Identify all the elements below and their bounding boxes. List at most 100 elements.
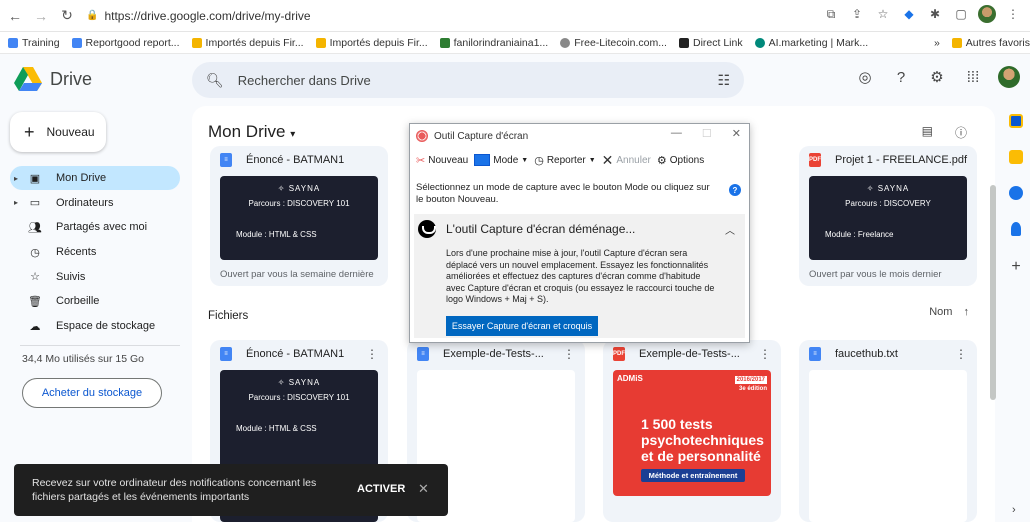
new-snip-button[interactable]: ✂ Nouveau [416, 154, 468, 167]
bookmark-item[interactable]: AI.marketing | Mark... [754, 37, 868, 49]
bookmark-item[interactable]: Reportgood report... [71, 37, 180, 49]
share-icon[interactable]: ⇪ [848, 5, 866, 23]
more-options-icon[interactable]: ⋮ [759, 347, 771, 361]
x-icon: ✕ [601, 151, 614, 168]
back-icon[interactable]: ← [4, 5, 26, 27]
bookmark-favicon-icon [754, 37, 765, 48]
star-icon: ☆ [30, 271, 40, 284]
file-card[interactable]: ≡ faucethub.txt ⋮ [799, 340, 977, 522]
help-icon[interactable]: ? [890, 66, 912, 88]
buy-storage-button[interactable]: Acheter du stockage [22, 378, 162, 408]
side-panel-rail: + [1002, 114, 1030, 276]
profile-avatar[interactable] [978, 5, 996, 23]
bookmark-item[interactable]: Direct Link [678, 37, 743, 49]
folder-icon [315, 37, 326, 48]
cancel-button[interactable]: ✕ Annuler [602, 152, 651, 169]
pdf-file-icon: PDF [613, 347, 625, 361]
info-icon[interactable]: ⓘ [955, 124, 967, 141]
sort-button[interactable]: Nom ↑ [929, 306, 969, 318]
bookmark-favicon-icon [71, 37, 82, 48]
gear-icon[interactable]: ⚙ [926, 66, 948, 88]
new-button[interactable]: + Nouveau [10, 112, 106, 152]
calendar-icon[interactable] [1009, 114, 1023, 128]
sidebar-item-computers[interactable]: ▸ ▭ Ordinateurs [10, 191, 180, 215]
bookmark-item[interactable]: fanilorindraniaina1... [439, 37, 548, 49]
bookmark-item[interactable]: Training [8, 37, 60, 49]
puzzle-icon[interactable]: ✱ [926, 5, 944, 23]
tasks-icon[interactable] [1009, 186, 1023, 200]
forward-icon[interactable]: → [30, 5, 52, 27]
try-snip-sketch-button[interactable]: Essayer Capture d'écran et croquis [446, 316, 598, 336]
pdf-file-icon: PDF [809, 153, 821, 167]
mode-button[interactable]: Mode ▼ [474, 154, 528, 166]
page-title[interactable]: Mon Drive ▾ [208, 122, 295, 142]
minimize-icon[interactable]: — [671, 127, 682, 140]
caret-down-icon: ▾ [290, 129, 296, 140]
scrollbar[interactable] [990, 185, 996, 400]
doc-file-icon: ≡ [417, 347, 429, 361]
notice-header[interactable]: L'outil Capture d'écran déménage... ︿ [414, 214, 745, 244]
activate-button[interactable]: ACTIVER [357, 483, 405, 495]
computer-icon: ▭ [29, 197, 41, 210]
doc-file-icon: ≡ [220, 153, 232, 167]
snipping-instructions: Sélectionnez un mode de capture avec le … [416, 182, 710, 205]
help-icon[interactable]: ? [729, 184, 741, 196]
caret-right-icon[interactable]: ▸ [14, 174, 18, 183]
notification-toast: Recevez sur votre ordinateur des notific… [14, 464, 448, 516]
app-name: Drive [50, 68, 93, 89]
storage-usage-text: 34,4 Mo utilisés sur 15 Go [22, 353, 144, 365]
file-thumbnail [809, 370, 967, 522]
bookmark-item[interactable]: Importés depuis Fir... [191, 37, 304, 49]
more-options-icon[interactable]: ⋮ [955, 347, 967, 361]
chevron-up-icon[interactable]: ︿ [725, 222, 735, 237]
cast-icon[interactable]: ⧉ [822, 5, 840, 23]
drive-logo[interactable]: Drive [14, 66, 92, 92]
file-card[interactable]: PDF Exemple-de-Tests-... ⋮ ADMiS 2016/20… [603, 340, 781, 522]
bookmarks-more-button[interactable]: » [934, 37, 940, 49]
search-input[interactable]: 🔍︎ Rechercher dans Drive ☷ [192, 62, 744, 98]
other-bookmarks-button[interactable]: Autres favoris [966, 37, 1030, 49]
address-bar[interactable]: 🔒 https://drive.google.com/drive/my-driv… [86, 5, 311, 27]
clock-icon: ◷ [30, 246, 40, 259]
keep-icon[interactable] [1009, 150, 1023, 164]
sidebar-item-storage[interactable]: ☁ Espace de stockage [10, 314, 180, 338]
menu-icon[interactable]: ⋮ [1004, 5, 1022, 23]
avatar[interactable] [998, 66, 1020, 88]
doc-file-icon: ≡ [220, 347, 232, 361]
bookmark-item[interactable]: Importés depuis Fir... [315, 37, 428, 49]
more-options-icon[interactable]: ⋮ [366, 347, 378, 361]
suggested-file-card[interactable]: PDF Projet 1 - FREELANCE.pdf ✧ SAYNA Par… [799, 146, 977, 286]
scissors-icon: ✂ [416, 154, 426, 167]
maximize-icon[interactable]: ☐ [702, 127, 712, 140]
list-view-icon[interactable]: ▤ [922, 124, 933, 141]
sidepanel-icon[interactable]: ▢ [952, 5, 970, 23]
sidebar-item-my-drive[interactable]: ▸ ▣ Mon Drive [10, 166, 180, 190]
sidebar-item-trash[interactable]: 🗑︎ Corbeille [10, 289, 180, 313]
bookmark-item[interactable]: Free-Litecoin.com... [560, 37, 667, 49]
options-button[interactable]: ⚙ Options [657, 154, 704, 167]
search-icon: 🔍︎ [206, 71, 224, 88]
sidebar-item-shared[interactable]: 👥︎ Partagés avec moi [10, 215, 180, 239]
folder-icon [191, 37, 202, 48]
bookmarks-bar: Training Reportgood report... Importés d… [0, 32, 1030, 54]
extension-icon[interactable]: ◆ [900, 5, 918, 23]
mode-icon [474, 154, 491, 166]
filter-icon[interactable]: ☷ [717, 72, 730, 89]
more-options-icon[interactable]: ⋮ [563, 347, 575, 361]
add-addon-icon[interactable]: + [1011, 258, 1020, 276]
close-icon[interactable]: ✕ [418, 481, 429, 497]
suggested-file-card[interactable]: ≡ Énoncé - BATMAN1 ✧ SAYNA Parcours : DI… [210, 146, 388, 286]
offline-status-icon[interactable]: ◎ [854, 66, 876, 88]
sidebar-item-starred[interactable]: ☆ Suivis [10, 265, 180, 289]
caret-right-icon[interactable]: ▸ [14, 198, 18, 207]
close-icon[interactable]: ✕ [732, 127, 741, 140]
snip-sketch-icon [418, 220, 436, 238]
sidebar-item-recent[interactable]: ◷ Récents [10, 240, 180, 264]
delay-button[interactable]: ◷ Reporter ▼ [534, 154, 595, 167]
reload-icon[interactable]: ↻ [56, 5, 78, 27]
chevron-right-icon[interactable]: › [1012, 504, 1016, 516]
bookmark-star-icon[interactable]: ☆ [874, 5, 892, 23]
contacts-icon[interactable] [1011, 222, 1021, 236]
window-titlebar[interactable]: Outil Capture d'écran — ☐ ✕ [410, 124, 749, 148]
apps-grid-icon[interactable]: ⁞⁞⁞ [962, 66, 984, 88]
